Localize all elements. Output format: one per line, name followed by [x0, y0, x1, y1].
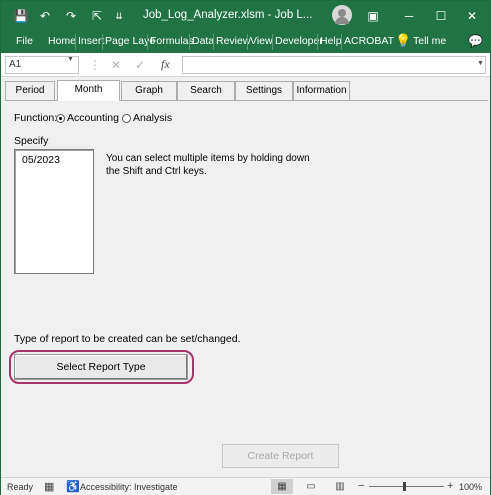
status-bar: Ready ▦ ♿ Accessibility: Investigate ▦ ▭…: [1, 477, 490, 495]
ribbon-tab-file[interactable]: File: [16, 35, 33, 47]
account-avatar[interactable]: [332, 5, 352, 25]
ribbon-tab-home[interactable]: Home: [48, 35, 76, 47]
customize-qat-icon[interactable]: ⇊: [111, 8, 127, 24]
lightbulb-icon: 💡: [395, 33, 412, 48]
page-break-preview-icon[interactable]: ▥: [329, 479, 351, 494]
create-report-button[interactable]: Create Report: [222, 444, 339, 468]
save-icon[interactable]: 💾: [13, 8, 29, 24]
comments-icon[interactable]: 💬: [468, 34, 483, 48]
tab-search[interactable]: Search: [177, 81, 235, 100]
tab-period[interactable]: Period: [5, 81, 55, 100]
zoom-in-icon[interactable]: +: [447, 480, 453, 492]
form-tab-strip: Period Month Graph Search Settings Infor…: [5, 80, 487, 101]
page-layout-view-icon[interactable]: ▭: [300, 479, 322, 494]
tab-month[interactable]: Month: [57, 80, 120, 101]
enter-icon[interactable]: ✓: [135, 58, 145, 72]
zoom-slider[interactable]: [369, 486, 444, 487]
more-options-icon: ⋮: [89, 58, 101, 72]
zoom-level[interactable]: 100%: [459, 482, 482, 492]
undo-icon[interactable]: ↶: [37, 8, 53, 24]
title-bar: 💾 ↶ ↷ ⇱ ⇊ Job_Log_Analyzer.xlsm - Job L.…: [1, 1, 490, 31]
ribbon-display-options-icon[interactable]: ▣: [365, 8, 381, 24]
window-title: Job_Log_Analyzer.xlsm - Job L...: [143, 9, 313, 21]
tell-me-search[interactable]: Tell me: [413, 35, 446, 47]
radio-analysis-label[interactable]: Analysis: [133, 112, 172, 124]
specify-label: Specify: [14, 135, 49, 147]
excel-window: 💾 ↶ ↷ ⇱ ⇊ Job_Log_Analyzer.xlsm - Job L.…: [0, 0, 491, 495]
ribbon-tab-formulas[interactable]: Formulas: [150, 35, 194, 47]
ribbon-tab-help[interactable]: Help: [320, 35, 342, 47]
name-box-dropdown-icon[interactable]: ▼: [67, 56, 74, 63]
formula-bar: A1 ▼ ⋮ ✕ ✓ fx ▼: [1, 53, 490, 77]
ribbon-tab-acrobat[interactable]: ACROBAT: [344, 35, 394, 47]
zoom-out-icon[interactable]: −: [358, 480, 364, 492]
normal-view-icon[interactable]: ▦: [271, 479, 293, 494]
report-type-label: Type of report to be created can be set/…: [14, 333, 241, 345]
radio-analysis[interactable]: [122, 114, 131, 123]
function-label: Function:: [14, 112, 58, 124]
month-listbox[interactable]: 05/2023: [14, 149, 94, 274]
ribbon-tab-bar: File Home Insert Page Layo Formulas Data…: [1, 31, 490, 53]
select-report-type-button[interactable]: Select Report Type: [14, 354, 188, 380]
macro-recording-icon[interactable]: ▦: [44, 480, 54, 493]
redo-icon[interactable]: ↷: [63, 8, 79, 24]
ribbon-tab-review[interactable]: Review: [216, 35, 250, 47]
tab-information[interactable]: Information: [293, 81, 350, 100]
maximize-icon[interactable]: ☐: [433, 8, 449, 24]
multi-select-hint: You can select multiple items by holding…: [106, 153, 310, 177]
accessibility-status[interactable]: Accessibility: Investigate: [80, 482, 178, 492]
insert-function-icon[interactable]: fx: [161, 57, 170, 72]
list-item[interactable]: 05/2023: [22, 154, 60, 166]
zoom-slider-thumb[interactable]: [403, 482, 406, 491]
minimize-icon[interactable]: ─: [401, 8, 417, 24]
close-icon[interactable]: ✕: [464, 8, 480, 24]
pointer-mode-icon[interactable]: ⇱: [89, 8, 105, 24]
expand-formula-bar-icon[interactable]: ▼: [477, 60, 484, 67]
ribbon-tab-view[interactable]: View: [250, 35, 273, 47]
radio-accounting[interactable]: [56, 114, 65, 123]
accessibility-icon: ♿: [66, 481, 80, 493]
cancel-icon[interactable]: ✕: [111, 58, 121, 72]
tab-settings[interactable]: Settings: [235, 81, 293, 100]
ribbon-tab-insert[interactable]: Insert: [78, 35, 104, 47]
status-ready: Ready: [7, 482, 34, 492]
radio-accounting-label[interactable]: Accounting: [67, 112, 119, 124]
ribbon-tab-developer[interactable]: Developer: [275, 35, 323, 47]
tab-graph[interactable]: Graph: [121, 81, 177, 100]
formula-input[interactable]: [182, 56, 486, 74]
ribbon-tab-data[interactable]: Data: [192, 35, 214, 47]
